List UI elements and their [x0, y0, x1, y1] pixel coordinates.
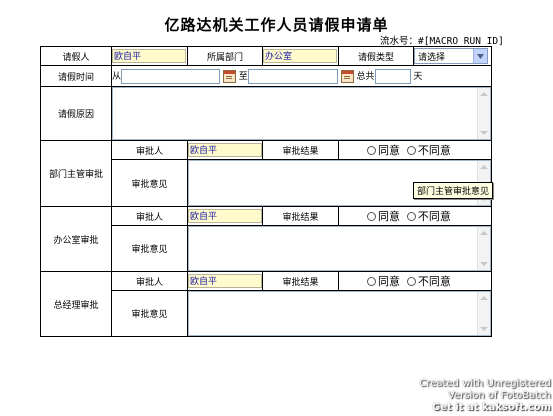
- gm-agree-label: 同意: [378, 275, 400, 288]
- dept-approval-label: 部门主管审批: [40, 140, 112, 207]
- dept-cell: 办公室: [262, 46, 339, 66]
- serial-number: 流水号：#[MACRO_RUN_ID]: [380, 33, 504, 47]
- office-approver-cell: 欧自平: [187, 206, 263, 226]
- scroll-up-arrow-icon[interactable]: [480, 165, 488, 169]
- days-unit-label: 天: [413, 71, 423, 82]
- gm-opinion-scrollbar[interactable]: [477, 292, 490, 335]
- leave-time-label: 请假时间: [40, 65, 112, 87]
- calendar-icon[interactable]: [340, 69, 354, 83]
- office-agree-label: 同意: [378, 210, 400, 223]
- scroll-up-arrow-icon[interactable]: [480, 231, 488, 235]
- dept-result-cell: 同意 不同意: [338, 140, 492, 160]
- gm-opinion-cell: [187, 290, 492, 337]
- gm-result-label: 审批结果: [262, 271, 339, 291]
- leave-reason-label: 请假原因: [40, 86, 112, 141]
- leave-type-cell: 请选择: [413, 46, 492, 66]
- dept-opinion-label: 审批意见: [111, 159, 188, 207]
- dept-approver-label: 审批人: [111, 140, 188, 160]
- dept-field[interactable]: 办公室: [263, 49, 337, 63]
- scroll-down-arrow-icon[interactable]: [480, 131, 488, 135]
- dept-approver-field[interactable]: 欧自平: [188, 143, 262, 157]
- dept-agree-radio[interactable]: 同意: [367, 142, 400, 158]
- radio-circle-icon[interactable]: [367, 145, 376, 155]
- office-opinion-scrollbar[interactable]: [477, 227, 490, 270]
- radio-circle-icon[interactable]: [406, 145, 416, 155]
- leave-reason-textarea[interactable]: [112, 87, 491, 140]
- scroll-down-arrow-icon[interactable]: [480, 327, 488, 331]
- office-result-label: 审批结果: [262, 206, 339, 226]
- office-approver-label: 审批人: [111, 206, 188, 226]
- radio-circle-icon[interactable]: [367, 211, 376, 221]
- gm-disagree-radio[interactable]: 不同意: [406, 273, 451, 289]
- tooltip: 部门主管审批意见: [413, 182, 494, 199]
- dept-agree-label: 同意: [378, 144, 400, 157]
- office-opinion-cell: [187, 225, 492, 272]
- office-agree-radio[interactable]: 同意: [367, 208, 400, 224]
- watermark-line3: Get it at kaksoft.com: [432, 402, 551, 413]
- leave-type-label: 请假类型: [338, 46, 414, 66]
- calendar-icon[interactable]: [222, 69, 236, 83]
- page-title: 亿路达机关工作人员请假申请单: [164, 16, 389, 34]
- radio-circle-icon[interactable]: [406, 276, 416, 286]
- gm-result-cell: 同意 不同意: [338, 271, 492, 291]
- dept-approver-cell: 欧自平: [187, 140, 263, 160]
- gm-opinion-label: 审批意见: [111, 290, 188, 337]
- leave-type-selected: 请选择: [418, 52, 446, 63]
- gm-approval-label: 总经理审批: [40, 271, 112, 337]
- dept-label: 所属部门: [187, 46, 263, 66]
- scroll-up-arrow-icon[interactable]: [480, 92, 488, 96]
- applicant-field[interactable]: 欧自平: [112, 49, 186, 63]
- scroll-down-arrow-icon[interactable]: [480, 262, 488, 266]
- dept-result-label: 审批结果: [262, 140, 339, 160]
- to-label: 至: [238, 71, 248, 82]
- leave-time-cell: 从 至 总共 天: [111, 65, 492, 87]
- gm-agree-radio[interactable]: 同意: [367, 273, 400, 289]
- from-label: 从: [112, 71, 122, 82]
- radio-circle-icon[interactable]: [367, 276, 376, 286]
- dept-disagree-radio[interactable]: 不同意: [406, 142, 451, 158]
- gm-opinion-textarea[interactable]: [188, 291, 491, 336]
- office-disagree-radio[interactable]: 不同意: [406, 208, 451, 224]
- office-opinion-label: 审批意见: [111, 225, 188, 272]
- watermark-line1: Created with Unregistered: [419, 378, 551, 389]
- leave-reason-cell: [111, 86, 492, 141]
- leave-reason-scrollbar[interactable]: [477, 88, 490, 139]
- gm-approver-field[interactable]: 欧自平: [188, 274, 262, 288]
- dept-disagree-label: 不同意: [417, 144, 451, 157]
- chevron-down-icon[interactable]: [473, 49, 487, 63]
- watermark: Created with Unregistered Version of Fot…: [419, 378, 551, 414]
- office-opinion-textarea[interactable]: [188, 226, 491, 271]
- radio-circle-icon[interactable]: [406, 211, 416, 221]
- end-date-input[interactable]: [247, 68, 338, 84]
- gm-approver-label: 审批人: [111, 271, 188, 291]
- applicant-label: 请假人: [40, 46, 112, 66]
- applicant-cell: 欧自平: [111, 46, 188, 66]
- start-date-input[interactable]: [121, 68, 221, 84]
- office-approver-field[interactable]: 欧自平: [188, 209, 262, 223]
- office-approval-label: 办公室审批: [40, 206, 112, 272]
- gm-disagree-label: 不同意: [417, 275, 451, 288]
- office-disagree-label: 不同意: [417, 210, 451, 223]
- total-label: 总共: [356, 71, 375, 82]
- watermark-line2: Version of FotoBatch: [447, 390, 551, 401]
- total-days-input[interactable]: [374, 68, 411, 84]
- office-result-cell: 同意 不同意: [338, 206, 492, 226]
- leave-type-select[interactable]: 请选择: [414, 48, 488, 64]
- gm-approver-cell: 欧自平: [187, 271, 263, 291]
- scroll-up-arrow-icon[interactable]: [480, 296, 488, 300]
